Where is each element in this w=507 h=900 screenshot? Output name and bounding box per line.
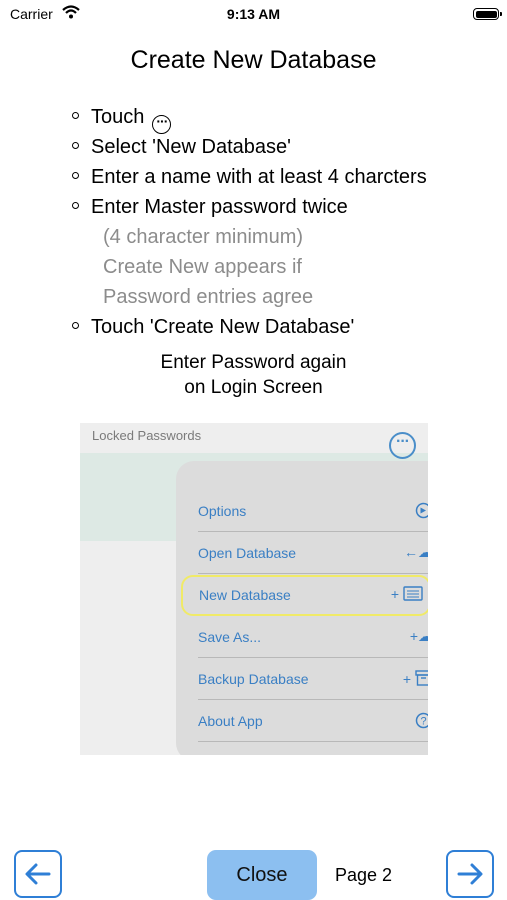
- menu-item-save-as: Save As... +☁: [198, 617, 428, 658]
- instruction-step: Touch 'Create New Database': [72, 313, 427, 343]
- new-document-icon: +: [391, 586, 423, 602]
- close-button[interactable]: Close: [207, 850, 317, 900]
- more-circle-icon: ···: [152, 114, 172, 134]
- login-note: Enter Password again on Login Screen: [160, 352, 347, 398]
- cloud-upload-icon: +☁: [409, 628, 428, 644]
- instruction-detail: Password entries agree: [103, 286, 314, 308]
- help-icon: ?: [415, 712, 428, 732]
- instruction-list: Touch ··· Select 'New Database' Enter a n…: [72, 103, 427, 343]
- instruction-step: Select 'New Database': [72, 133, 427, 163]
- menu-item-new-database: New Database +: [181, 575, 428, 616]
- arrow-left-icon: [25, 863, 51, 885]
- screenshot-header: Locked Passwords: [92, 428, 202, 443]
- svg-text:?: ?: [420, 716, 426, 728]
- footer: Close Page 2: [0, 850, 507, 900]
- more-circle-icon: ···: [389, 432, 416, 459]
- arrow-right-icon: [457, 863, 483, 885]
- menu-item-backup-database: Backup Database +: [198, 659, 428, 700]
- previous-page-button[interactable]: [14, 850, 62, 898]
- menu-item-about-app: About App ?: [198, 701, 428, 742]
- instruction-step: Touch ···: [72, 103, 427, 134]
- archive-icon: +: [403, 670, 428, 687]
- menu-item-options: Options: [198, 491, 428, 532]
- gear-icon: [415, 502, 428, 522]
- menu-item-open-database: Open Database ←☁: [198, 533, 428, 574]
- clock: 9:13 AM: [226, 6, 281, 22]
- example-screenshot: Locked Passwords ··· Options Open Databa…: [80, 423, 428, 755]
- battery-icon: [473, 8, 502, 20]
- menu-popup: Options Open Database ←☁ New Database + …: [176, 461, 428, 755]
- next-page-button[interactable]: [446, 850, 494, 898]
- instruction-step: Enter a name with at least 4 charcters: [72, 163, 427, 193]
- cloud-download-icon: ←☁: [404, 544, 428, 560]
- instruction-detail: Create New appears if: [103, 256, 302, 278]
- instruction-step: Enter Master password twice: [72, 193, 427, 223]
- page-indicator: Page 2: [335, 865, 393, 885]
- page-title: Create New Database: [130, 46, 377, 74]
- status-bar: Carrier 9:13 AM: [0, 0, 507, 30]
- instruction-detail: (4 character minimum): [103, 226, 304, 248]
